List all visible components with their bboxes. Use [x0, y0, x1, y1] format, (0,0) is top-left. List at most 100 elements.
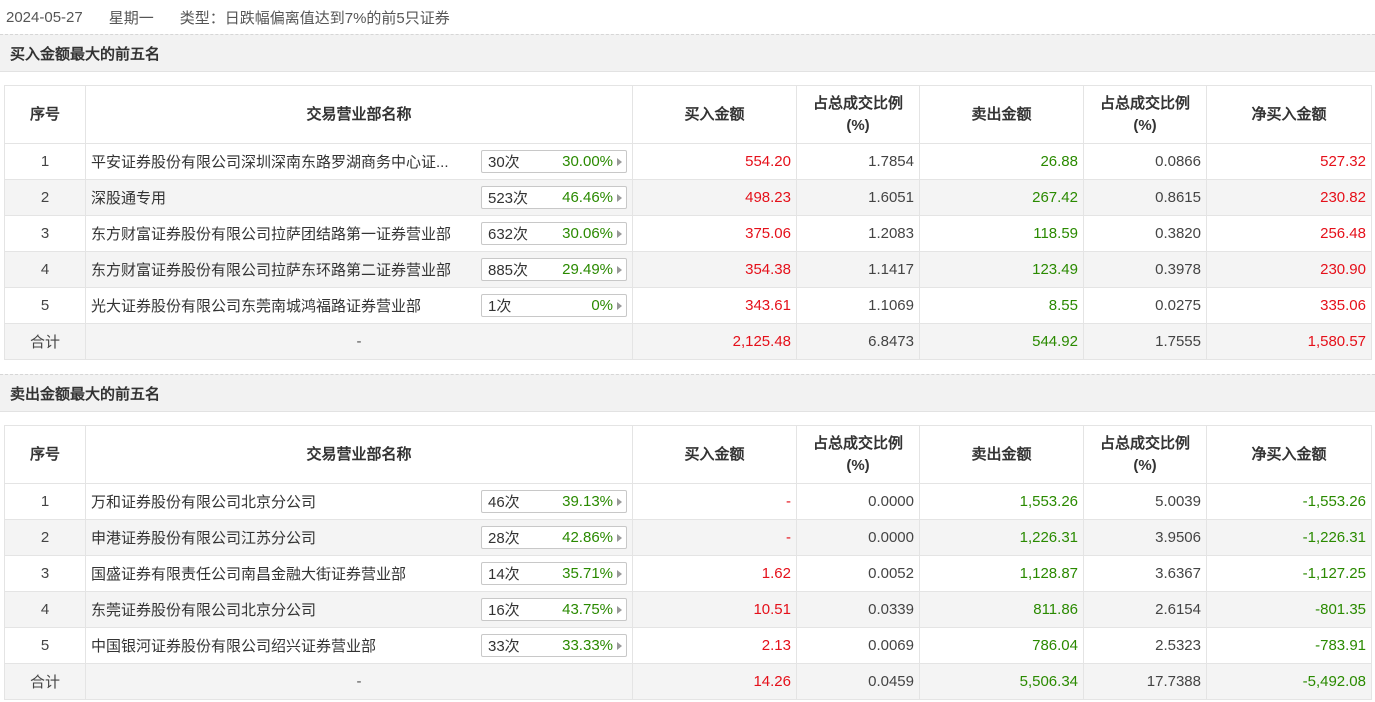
list-type: 类型：日跌幅偏离值达到7%的前5只证券 — [179, 9, 450, 27]
win-rate: 33.33% — [562, 637, 613, 654]
branch-name-link[interactable]: 平安证券股份有限公司深圳深南东路罗湖商务中心证... — [91, 151, 449, 172]
buy-amount: 375.06 — [632, 215, 797, 252]
total-name: - — [85, 323, 633, 360]
buy-amount: 1.62 — [632, 555, 797, 592]
sell-ratio: 0.3978 — [1083, 251, 1207, 288]
branch-stats-button[interactable]: 46次 39.13% — [481, 490, 627, 513]
row-index: 4 — [4, 251, 86, 288]
buy-ratio: 1.7854 — [796, 143, 920, 180]
table-row: 2 申港证券股份有限公司江苏分公司 28次 42.86% - 0.0000 1,… — [4, 519, 1372, 556]
total-name: - — [85, 663, 633, 700]
listing-count: 632次 — [488, 226, 529, 243]
sell-amount: 123.49 — [919, 251, 1084, 288]
branch-cell: 东莞证券股份有限公司北京分公司 16次 43.75% — [85, 591, 633, 628]
sell-amount: 267.42 — [919, 179, 1084, 216]
win-rate: 0% — [591, 297, 613, 314]
listing-count: 33次 — [488, 638, 520, 655]
sell-amount: 26.88 — [919, 143, 1084, 180]
net-amount: -801.35 — [1206, 591, 1372, 628]
col-header-buy: 买入金额 — [632, 425, 797, 484]
branch-stats-button[interactable]: 885次 29.49% — [481, 258, 627, 281]
branch-name-link[interactable]: 深股通专用 — [91, 187, 166, 208]
listing-count: 16次 — [488, 602, 520, 619]
chevron-right-icon — [617, 569, 622, 578]
buy-ratio: 0.0339 — [796, 591, 920, 628]
listing-count: 885次 — [488, 262, 529, 279]
sell-amount: 811.86 — [919, 591, 1084, 628]
sell-ratio: 5.0039 — [1083, 483, 1207, 520]
sell-amount: 1,553.26 — [919, 483, 1084, 520]
table-row: 5 光大证券股份有限公司东莞南城鸿福路证券营业部 1次 0% 343.61 1.… — [4, 287, 1372, 324]
sell-ratio: 2.6154 — [1083, 591, 1207, 628]
win-rate: 46.46% — [562, 189, 613, 206]
branch-stats-button[interactable]: 28次 42.86% — [481, 526, 627, 549]
col-header-sell-ratio: 占总成交比例 (%) — [1083, 85, 1207, 144]
total-buy-ratio: 0.0459 — [796, 663, 920, 700]
row-index: 5 — [4, 627, 86, 664]
col-header-buy-ratio: 占总成交比例 (%) — [796, 425, 920, 484]
col-header-net: 净买入金额 — [1206, 425, 1372, 484]
branch-name-link[interactable]: 光大证券股份有限公司东莞南城鸿福路证券营业部 — [91, 295, 421, 316]
col-header-idx: 序号 — [4, 425, 86, 484]
row-index: 3 — [4, 215, 86, 252]
win-rate: 30.00% — [562, 153, 613, 170]
col-header-sell-ratio: 占总成交比例 (%) — [1083, 425, 1207, 484]
sell-section-title: 卖出金额最大的前五名 — [0, 374, 1375, 412]
sell-amount: 8.55 — [919, 287, 1084, 324]
total-sell-ratio: 17.7388 — [1083, 663, 1207, 700]
branch-name-link[interactable]: 申港证券股份有限公司江苏分公司 — [91, 527, 316, 548]
total-buy-amount: 14.26 — [632, 663, 797, 700]
chevron-right-icon — [617, 193, 622, 202]
listing-count: 46次 — [488, 494, 520, 511]
chevron-right-icon — [617, 605, 622, 614]
branch-name-link[interactable]: 东方财富证券股份有限公司拉萨东环路第二证券营业部 — [91, 259, 451, 280]
branch-name-link[interactable]: 中国银河证券股份有限公司绍兴证券营业部 — [91, 635, 376, 656]
buy-amount: - — [632, 519, 797, 556]
net-amount: 527.32 — [1206, 143, 1372, 180]
branch-stats-button[interactable]: 16次 43.75% — [481, 598, 627, 621]
sell-amount: 118.59 — [919, 215, 1084, 252]
buy-amount: 498.23 — [632, 179, 797, 216]
branch-name-link[interactable]: 东方财富证券股份有限公司拉萨团结路第一证券营业部 — [91, 223, 451, 244]
total-net-amount: 1,580.57 — [1206, 323, 1372, 360]
trade-date: 2024-05-27 — [6, 8, 83, 26]
chevron-right-icon — [617, 533, 622, 542]
chevron-right-icon — [617, 641, 622, 650]
chevron-right-icon — [617, 229, 622, 238]
buy-amount: 343.61 — [632, 287, 797, 324]
total-sell-amount: 544.92 — [919, 323, 1084, 360]
branch-stats-button[interactable]: 14次 35.71% — [481, 562, 627, 585]
sell-ratio: 0.8615 — [1083, 179, 1207, 216]
win-rate: 42.86% — [562, 529, 613, 546]
branch-cell: 国盛证券有限责任公司南昌金融大街证券营业部 14次 35.71% — [85, 555, 633, 592]
sell-amount: 1,128.87 — [919, 555, 1084, 592]
branch-cell: 东方财富证券股份有限公司拉萨团结路第一证券营业部 632次 30.06% — [85, 215, 633, 252]
branch-cell: 东方财富证券股份有限公司拉萨东环路第二证券营业部 885次 29.49% — [85, 251, 633, 288]
buy-amount: 554.20 — [632, 143, 797, 180]
branch-name-link[interactable]: 万和证券股份有限公司北京分公司 — [91, 491, 316, 512]
row-index: 5 — [4, 287, 86, 324]
branch-name-link[interactable]: 东莞证券股份有限公司北京分公司 — [91, 599, 316, 620]
sell-amount: 1,226.31 — [919, 519, 1084, 556]
sell-top5-table: 序号 交易营业部名称 买入金额 占总成交比例 (%) 卖出金额 占总成交比例 (%)… — [4, 425, 1372, 700]
col-header-net: 净买入金额 — [1206, 85, 1372, 144]
branch-stats-button[interactable]: 1次 0% — [481, 294, 627, 317]
col-header-sell: 卖出金额 — [919, 85, 1084, 144]
total-sell-ratio: 1.7555 — [1083, 323, 1207, 360]
total-label: 合计 — [4, 323, 86, 360]
net-amount: -1,127.25 — [1206, 555, 1372, 592]
branch-stats-button[interactable]: 632次 30.06% — [481, 222, 627, 245]
sell-ratio: 3.6367 — [1083, 555, 1207, 592]
table-row: 4 东方财富证券股份有限公司拉萨东环路第二证券营业部 885次 29.49% 3… — [4, 251, 1372, 288]
table-row: 2 深股通专用 523次 46.46% 498.23 1.6051 267.42… — [4, 179, 1372, 216]
branch-stats-button[interactable]: 33次 33.33% — [481, 634, 627, 657]
table-row: 3 东方财富证券股份有限公司拉萨团结路第一证券营业部 632次 30.06% 3… — [4, 215, 1372, 252]
branch-stats-button[interactable]: 523次 46.46% — [481, 186, 627, 209]
table-row: 1 万和证券股份有限公司北京分公司 46次 39.13% - 0.0000 1,… — [4, 483, 1372, 520]
row-index: 1 — [4, 483, 86, 520]
sell-ratio: 3.9506 — [1083, 519, 1207, 556]
branch-stats-button[interactable]: 30次 30.00% — [481, 150, 627, 173]
branch-name-link[interactable]: 国盛证券有限责任公司南昌金融大街证券营业部 — [91, 563, 406, 584]
col-header-name: 交易营业部名称 — [85, 425, 633, 484]
win-rate: 35.71% — [562, 565, 613, 582]
